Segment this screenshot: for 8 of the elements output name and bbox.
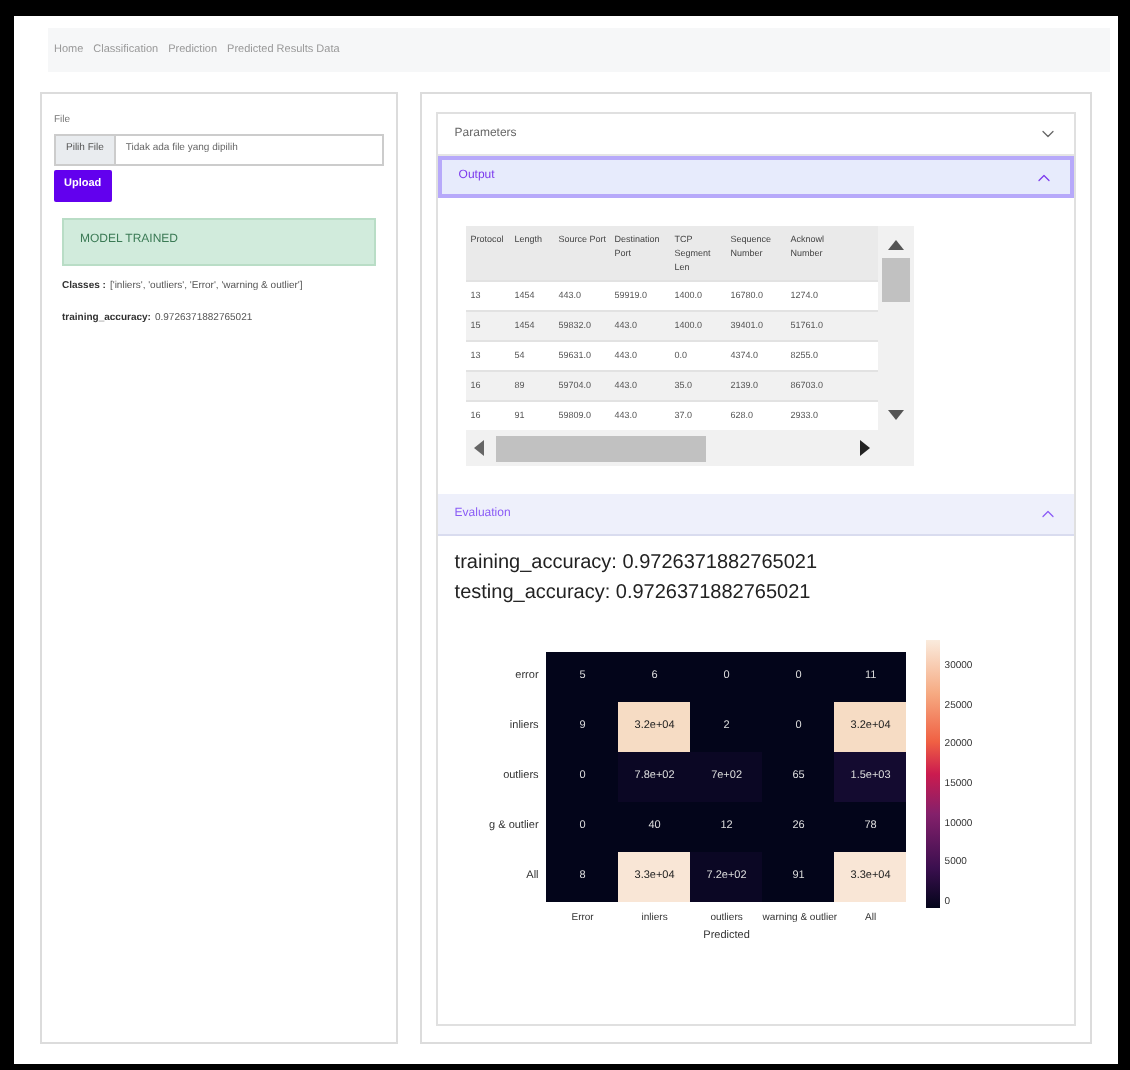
- scrollbar-thumb[interactable]: [496, 435, 707, 461]
- scrollbar-thumb[interactable]: [882, 258, 911, 302]
- scroll-left-icon[interactable]: [474, 440, 485, 456]
- scroll-down-icon[interactable]: [888, 410, 905, 422]
- accuracy-text: testing_accuracy: 0.9726371882765021: [454, 580, 813, 608]
- scroll-up-icon[interactable]: [888, 238, 905, 250]
- scroll-right-icon[interactable]: [860, 440, 871, 456]
- accuracy-text: training_accuracy: 0.9726371882765021: [454, 550, 820, 578]
